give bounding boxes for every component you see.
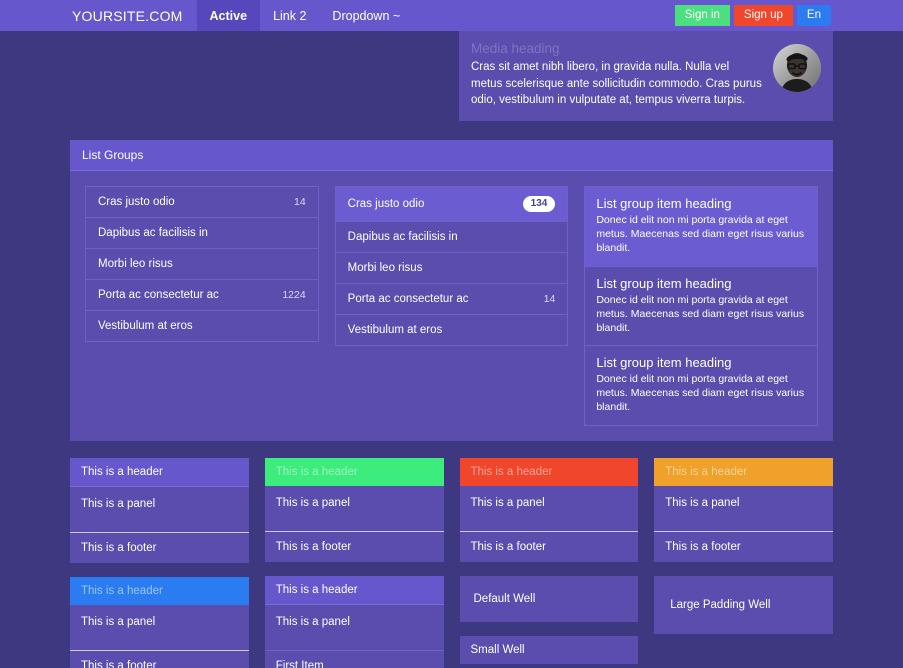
- panel-footer: This is a footer: [459, 530, 639, 562]
- list-groups-panel-title: List Groups: [70, 140, 833, 172]
- navbar-actions: Sign in Sign up En: [674, 0, 903, 31]
- list-item[interactable]: Cras justo odio 14: [86, 187, 318, 219]
- panel-warning: This is a header This is a panel This is…: [654, 457, 833, 562]
- well-large: Large Padding Well: [654, 575, 833, 634]
- panel-footer: This is a footer: [264, 530, 444, 562]
- well-small: Small Well: [459, 635, 639, 664]
- media-body: Media heading Cras sit amet nibh libero,…: [471, 41, 763, 109]
- list-group-basic: Cras justo odio 14 Dapibus ac facilisis …: [85, 186, 319, 343]
- list-item-label: Porta ac consectetur ac: [347, 293, 469, 306]
- panel-success: This is a header This is a panel This is…: [264, 457, 444, 562]
- panel-header: This is a header: [459, 457, 639, 486]
- panel-body: This is a panel: [81, 497, 156, 510]
- site-brand[interactable]: YOURSITE.COM: [0, 0, 197, 31]
- list-item-heading: List group item heading: [596, 355, 732, 371]
- list-item-badge: 14: [543, 293, 556, 306]
- panel-body: This is a panel: [81, 615, 156, 628]
- panel-column-3: This is a header This is a panel This is…: [459, 457, 639, 668]
- media-text: Cras sit amet nibh libero, in gravida nu…: [471, 61, 762, 107]
- media-section: Media heading Cras sit amet nibh libero,…: [70, 31, 833, 122]
- sign-in-button[interactable]: Sign in: [674, 4, 730, 27]
- list-item-label: Morbi leo risus: [347, 262, 423, 275]
- list-item[interactable]: Morbi leo risus: [335, 253, 568, 285]
- list-item[interactable]: List group item heading Donec id elit no…: [585, 346, 818, 425]
- list-item[interactable]: Dapibus ac facilisis in: [335, 222, 568, 254]
- well-default: Default Well: [459, 575, 639, 622]
- panel-default: This is a header This is a panel This is…: [70, 457, 249, 563]
- list-item[interactable]: Morbi leo risus: [86, 249, 318, 281]
- panel-body: This is a panel: [275, 615, 350, 628]
- list-item-badge: 14: [293, 196, 306, 209]
- list-group-badged: Cras justo odio 134 Dapibus ac facilisis…: [334, 186, 569, 347]
- list-item[interactable]: Porta ac consectetur ac 1224: [86, 280, 318, 312]
- list-item-text: Donec id elit non mi porta gravida at eg…: [596, 293, 805, 334]
- list-item-label: Vestibulum at eros: [98, 320, 193, 333]
- list-item-label: Morbi leo risus: [98, 258, 173, 271]
- panel-header: This is a header: [264, 457, 444, 486]
- panel-column-2: This is a header This is a panel This is…: [264, 457, 444, 668]
- page-content: Media heading Cras sit amet nibh libero,…: [0, 31, 903, 668]
- panel-header: This is a header: [654, 457, 833, 486]
- list-item-heading: List group item heading: [596, 196, 732, 212]
- list-item-active[interactable]: List group item heading Donec id elit no…: [585, 187, 818, 267]
- list-group-column-one: Cras justo odio 14 Dapibus ac facilisis …: [85, 186, 319, 426]
- panel-header: This is a header: [70, 457, 249, 487]
- list-item-label: Dapibus ac facilisis in: [98, 227, 208, 240]
- list-item-label: Cras justo odio: [347, 198, 425, 211]
- avatar: [773, 44, 821, 92]
- list-group-column-two: Cras justo odio 134 Dapibus ac facilisis…: [334, 186, 569, 426]
- media-heading: Media heading: [471, 41, 560, 56]
- nav-link-dropdown[interactable]: Dropdown ~: [319, 0, 413, 31]
- list-item-active[interactable]: Cras justo odio 134: [335, 187, 568, 223]
- avatar-photo-icon: [773, 44, 821, 92]
- media-object: Media heading Cras sit amet nibh libero,…: [459, 31, 833, 122]
- list-item[interactable]: Dapibus ac facilisis in: [86, 218, 318, 250]
- list-item[interactable]: List group item heading Donec id elit no…: [585, 266, 818, 347]
- panel-column-1: This is a header This is a panel This is…: [70, 457, 249, 668]
- list-item-badge: 134: [522, 196, 556, 213]
- list-item-text: Donec id elit non mi porta gravida at eg…: [596, 214, 805, 255]
- language-button[interactable]: En: [796, 4, 831, 27]
- panel-body: This is a panel: [665, 496, 740, 509]
- list-groups-panel-body: Cras justo odio 14 Dapibus ac facilisis …: [70, 171, 833, 441]
- list-group-detailed: List group item heading Donec id elit no…: [584, 186, 819, 426]
- list-item[interactable]: Vestibulum at eros: [86, 311, 318, 342]
- list-item-label: Dapibus ac facilisis in: [347, 231, 458, 244]
- list-groups-panel: List Groups Cras justo odio 14 Dapibus a…: [70, 140, 833, 441]
- panel-footer: This is a footer: [70, 649, 249, 668]
- panel-body: This is a panel: [275, 496, 350, 509]
- list-item-label: Vestibulum at eros: [347, 324, 443, 337]
- list-item-text: Donec id elit non mi porta gravida at eg…: [596, 373, 805, 414]
- nav-links: Active Link 2 Dropdown ~: [196, 0, 414, 31]
- list-item-label: Porta ac consectetur ac: [98, 289, 219, 302]
- list-item[interactable]: Vestibulum at eros: [335, 315, 568, 346]
- list-item-label: Cras justo odio: [98, 196, 175, 209]
- panel-with-list: This is a header This is a panel First I…: [264, 575, 444, 668]
- top-navbar: YOURSITE.COM Active Link 2 Dropdown ~ Si…: [0, 0, 903, 31]
- panel-column-4: This is a header This is a panel This is…: [654, 457, 833, 648]
- panel-danger: This is a header This is a panel This is…: [459, 457, 639, 562]
- panel-footer: This is a footer: [654, 530, 833, 562]
- panel-info: This is a header This is a panel This is…: [70, 576, 249, 668]
- list-item[interactable]: First Item: [264, 649, 444, 668]
- panel-header: This is a header: [70, 576, 249, 605]
- list-item-badge: 1224: [282, 289, 306, 302]
- list-groups-row: Cras justo odio 14 Dapibus ac facilisis …: [85, 186, 819, 426]
- panels-grid: This is a header This is a panel This is…: [70, 457, 833, 668]
- sign-up-button[interactable]: Sign up: [733, 4, 793, 27]
- list-group-column-three: List group item heading Donec id elit no…: [584, 186, 819, 426]
- panel-header: This is a header: [264, 575, 444, 605]
- panel-footer: This is a footer: [70, 531, 249, 563]
- nav-link-active[interactable]: Active: [196, 0, 261, 31]
- list-item[interactable]: Porta ac consectetur ac 14: [335, 284, 568, 316]
- panel-body: This is a panel: [470, 496, 545, 509]
- nav-link-2[interactable]: Link 2: [260, 0, 319, 31]
- list-item-heading: List group item heading: [596, 275, 732, 291]
